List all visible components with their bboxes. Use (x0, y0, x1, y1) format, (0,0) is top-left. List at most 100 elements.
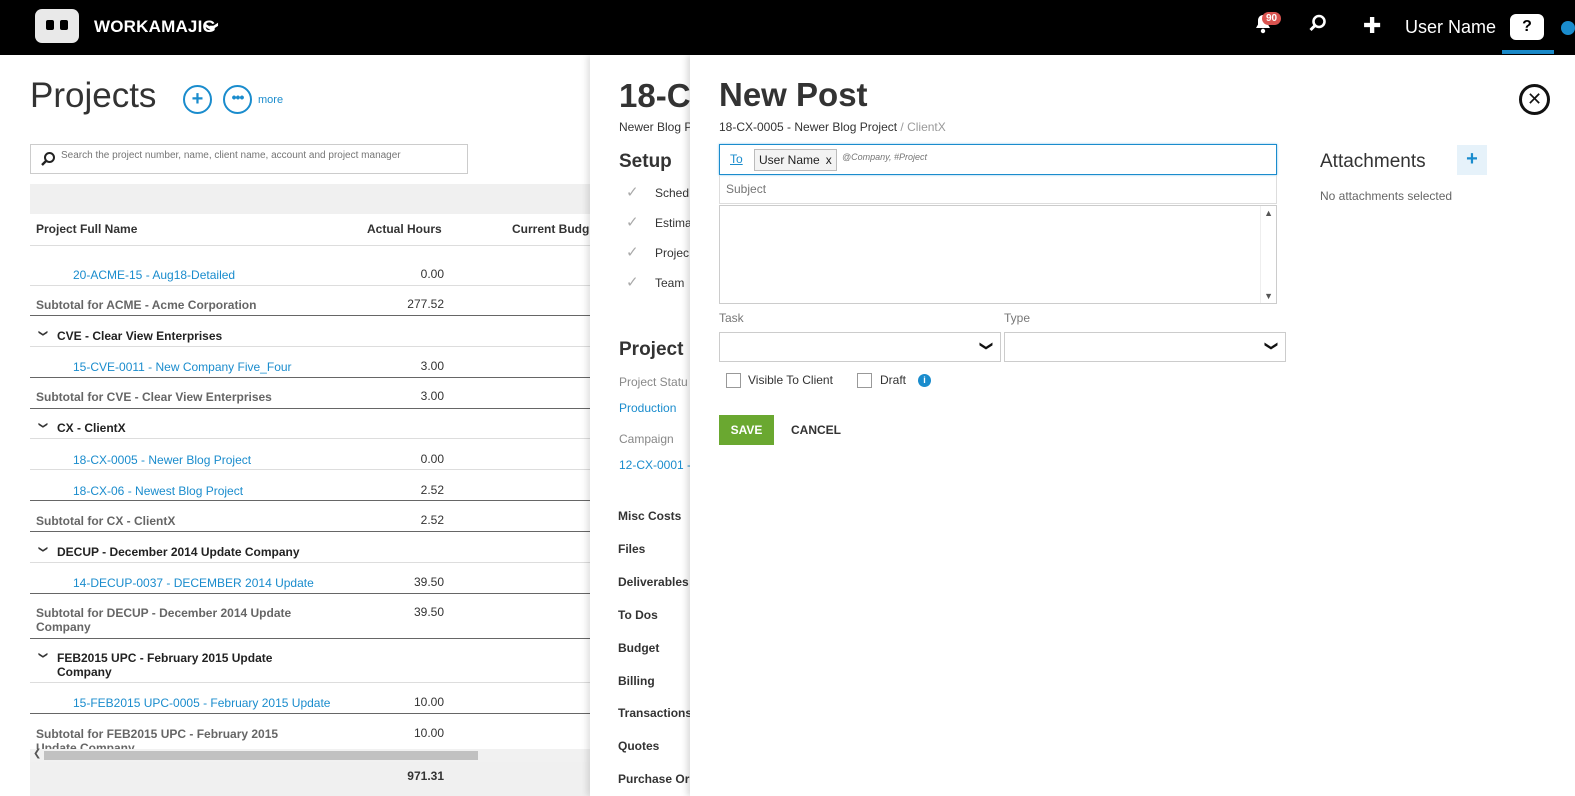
breadcrumb: 18-CX-0005 - Newer Blog Project / Client… (719, 120, 946, 134)
group-label[interactable]: DECUP - December 2014 Update Company (57, 545, 317, 559)
group-label[interactable]: CVE - Clear View Enterprises (57, 329, 317, 343)
project-link[interactable]: 18-CX-06 - Newest Blog Project (73, 484, 243, 498)
status-value[interactable]: Production (619, 401, 676, 415)
nav-files[interactable]: Files (618, 542, 645, 556)
actual-hours-cell: 0.00 (420, 267, 444, 281)
setup-item[interactable]: Team (655, 276, 684, 290)
brand-name[interactable]: WORKAMAJIG (94, 17, 216, 37)
row-divider (30, 682, 590, 683)
nav-purchase-orders[interactable]: Purchase Or (618, 772, 689, 786)
subtotal-label: Subtotal for DECUP - December 2014 Updat… (36, 606, 292, 634)
project-link[interactable]: 18-CX-0005 - Newer Blog Project (73, 453, 251, 467)
search-input[interactable] (61, 150, 461, 161)
chevron-down-icon[interactable]: ❯ (38, 652, 49, 662)
search-icon[interactable] (1309, 14, 1327, 37)
add-icon[interactable]: ✚ (1363, 13, 1381, 39)
recipients-input[interactable] (842, 152, 1262, 162)
group-label[interactable]: CX - ClientX (57, 421, 317, 435)
project-detail-panel: 18-CX Newer Blog P Setup ✓ Sched ✓ Estim… (590, 55, 690, 796)
scroll-up-icon[interactable]: ▲ (1264, 208, 1273, 218)
row-divider (30, 713, 590, 714)
actual-hours-cell: 2.52 (420, 483, 444, 497)
actual-hours-cell: 39.50 (413, 605, 444, 619)
recipient-chip: User Name x (754, 149, 837, 171)
project-link[interactable]: 20-ACME-15 - Aug18-Detailed (73, 268, 235, 282)
task-select[interactable]: ❯ (719, 332, 1001, 362)
campaign-value[interactable]: 12-CX-0001 - (619, 458, 690, 472)
actual-hours-cell: 39.50 (413, 575, 444, 589)
column-header-name[interactable]: Project Full Name (36, 222, 137, 236)
breadcrumb-project[interactable]: 18-CX-0005 - Newer Blog Project (719, 120, 897, 134)
nav-quotes[interactable]: Quotes (618, 739, 659, 753)
save-button[interactable]: SAVE (719, 415, 774, 445)
chevron-down-icon[interactable]: ❯ (38, 546, 49, 556)
setup-item[interactable]: Estima (655, 216, 690, 230)
breadcrumb-client[interactable]: / ClientX (897, 120, 945, 134)
subtotal-label: Subtotal for CX - ClientX (36, 514, 176, 528)
horizontal-scrollbar[interactable]: ❮ (30, 748, 590, 762)
row-divider (30, 408, 590, 409)
check-icon: ✓ (626, 214, 639, 231)
setup-item[interactable]: Sched (655, 186, 689, 200)
actual-hours-cell: 10.00 (413, 695, 444, 709)
nav-to-dos[interactable]: To Dos (618, 608, 658, 622)
group-label[interactable]: FEB2015 UPC - February 2015 Update Compa… (57, 651, 317, 679)
scroll-down-icon[interactable]: ▼ (1264, 291, 1273, 301)
campaign-label: Campaign (619, 432, 674, 446)
row-divider (30, 593, 590, 594)
column-header-budget[interactable]: Current Budg (512, 222, 589, 236)
nav-budget[interactable]: Budget (618, 641, 659, 655)
scroll-left-icon[interactable]: ❮ (33, 748, 41, 759)
setup-heading: Setup (619, 151, 672, 172)
project-subtitle: Newer Blog P (619, 120, 690, 134)
add-attachment-button[interactable]: + (1457, 145, 1487, 175)
type-label: Type (1004, 311, 1031, 325)
task-label: Task (719, 311, 744, 325)
message-body-textarea[interactable]: ▲ ▼ (719, 205, 1277, 304)
project-link[interactable]: 14-DECUP-0037 - DECEMBER 2014 Update (73, 576, 314, 590)
recipients-field[interactable]: To User Name x (719, 144, 1277, 175)
nav-deliverables[interactable]: Deliverables (618, 575, 689, 589)
draft-label[interactable]: Draft (880, 373, 906, 387)
visible-to-client-label[interactable]: Visible To Client (748, 373, 833, 387)
draft-checkbox[interactable] (857, 373, 872, 388)
remove-recipient-icon[interactable]: x (826, 153, 832, 167)
column-header-hours[interactable]: Actual Hours (367, 222, 442, 236)
row-divider (30, 469, 590, 470)
info-icon[interactable]: i (918, 374, 931, 387)
chevron-down-icon[interactable]: ❯ (38, 422, 49, 432)
nav-billing[interactable]: Billing (618, 674, 655, 688)
visible-to-client-checkbox[interactable] (726, 373, 741, 388)
subtotal-label: Subtotal for CVE - Clear View Enterprise… (36, 390, 272, 404)
project-link[interactable]: 15-FEB2015 UPC-0005 - February 2015 Upda… (73, 696, 330, 710)
project-link[interactable]: 15-CVE-0011 - New Company Five_Four (73, 360, 292, 374)
actual-hours-cell: 10.00 (413, 726, 444, 740)
subject-input[interactable] (726, 182, 1266, 196)
help-icon[interactable]: ? (1510, 14, 1544, 40)
project-info-heading: Project I (619, 339, 690, 360)
scrollbar-thumb[interactable] (44, 751, 478, 760)
setup-item[interactable]: Projec (655, 246, 689, 260)
total-hours: 971.31 (407, 769, 444, 783)
close-icon[interactable]: ✕ (1519, 84, 1550, 115)
status-dot-icon[interactable] (1561, 21, 1575, 35)
nav-misc-costs[interactable]: Misc Costs (618, 509, 681, 523)
chevron-down-icon[interactable]: ❯ (203, 21, 220, 33)
status-label: Project Statu (619, 375, 688, 389)
recipient-name: User Name (759, 153, 820, 167)
app-logo-icon[interactable] (35, 9, 79, 43)
actual-hours-cell: 3.00 (420, 359, 444, 373)
more-options-button[interactable]: ••• (223, 85, 252, 114)
type-select[interactable]: ❯ (1004, 332, 1286, 362)
to-link[interactable]: To (730, 152, 743, 166)
row-divider (30, 531, 590, 532)
check-icon: ✓ (626, 244, 639, 261)
more-link[interactable]: more (258, 94, 283, 106)
cancel-button[interactable]: CANCEL (791, 423, 841, 437)
user-menu[interactable]: User Name (1405, 17, 1496, 38)
add-project-button[interactable]: + (183, 85, 212, 114)
new-post-panel: New Post 18-CX-0005 - Newer Blog Project… (690, 55, 1575, 796)
vertical-scrollbar[interactable]: ▲ ▼ (1260, 206, 1276, 303)
chevron-down-icon[interactable]: ❯ (38, 330, 49, 340)
nav-transactions[interactable]: Transactions (618, 706, 690, 720)
